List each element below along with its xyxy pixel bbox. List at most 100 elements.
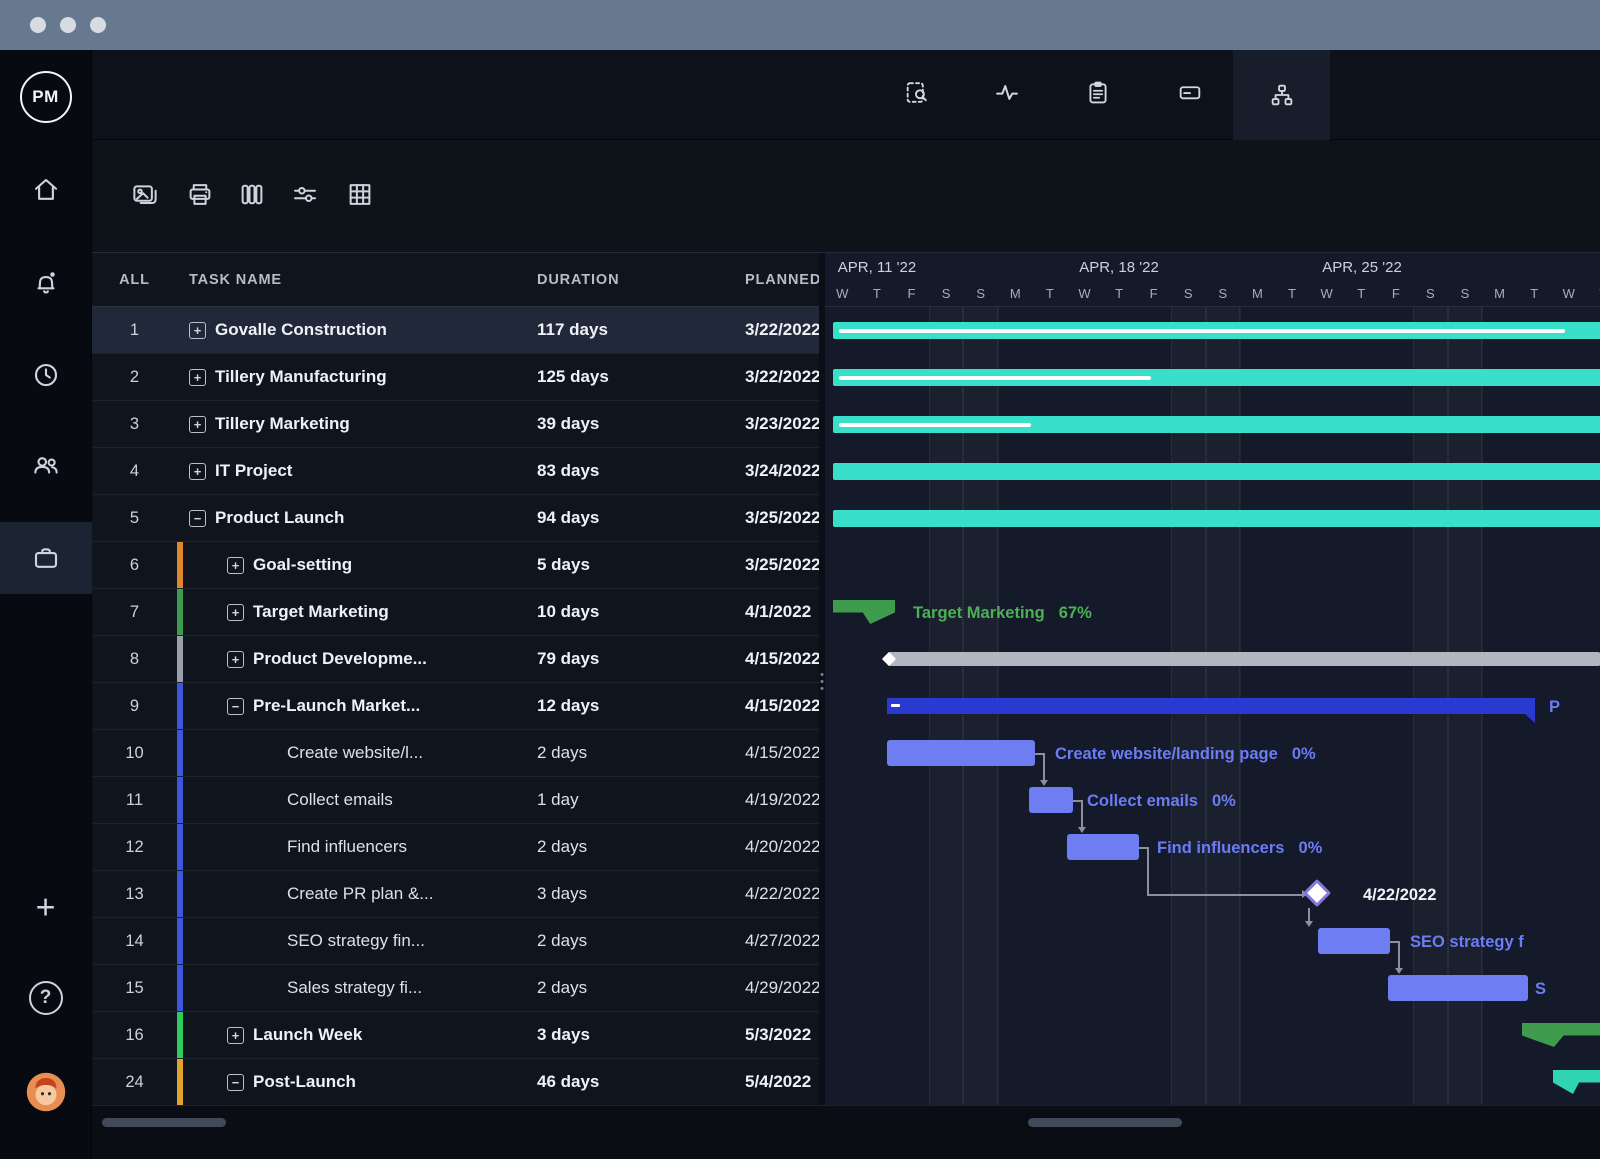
column-header-planned-start[interactable]: PLANNED START — [735, 272, 819, 288]
dependency-arrow-icon — [1305, 920, 1313, 927]
report-icon[interactable] — [1084, 78, 1112, 111]
table-grid-icon[interactable] — [345, 180, 375, 215]
expand-toggle-icon[interactable]: + — [189, 462, 206, 480]
window-control-dot[interactable] — [60, 17, 76, 33]
milestone-diamond[interactable] — [1302, 878, 1332, 908]
day-letter: T — [1115, 285, 1124, 301]
task-name: Find influencers — [287, 837, 408, 856]
table-row[interactable]: 11 Collect emails 1 day 4/19/2022 — [92, 777, 819, 824]
expand-toggle-icon[interactable]: + — [189, 321, 206, 339]
expand-toggle-icon[interactable]: + — [189, 368, 206, 386]
task-bar[interactable] — [1029, 787, 1073, 813]
table-row[interactable]: 10 Create website/l... 2 days 4/15/2022 — [92, 730, 819, 777]
columns-icon[interactable] — [237, 180, 267, 215]
activity-icon[interactable] — [993, 78, 1021, 111]
day-letter: W — [1078, 285, 1091, 301]
table-row[interactable]: 5 − Product Launch 94 days 3/25/2022 — [92, 495, 819, 542]
clock-icon[interactable] — [31, 360, 61, 390]
filter-sliders-icon[interactable] — [290, 180, 320, 215]
task-name: Create website/l... — [287, 743, 424, 762]
duration-value: 2 days — [537, 837, 588, 856]
column-header-task-name[interactable]: TASK NAME — [177, 272, 527, 288]
expand-toggle-icon[interactable]: + — [227, 1026, 244, 1044]
print-icon[interactable] — [185, 180, 215, 215]
table-row[interactable]: 24 − Post-Launch 46 days 5/4/2022 — [92, 1059, 819, 1105]
summary-bar[interactable] — [833, 369, 1600, 386]
table-row[interactable]: 8 + Product Developme... 79 days 4/15/2022 — [92, 636, 819, 683]
task-name: Collect emails — [287, 790, 393, 809]
column-header-duration[interactable]: DURATION — [527, 272, 735, 288]
task-cell: − Pre-Launch Market... — [177, 683, 527, 729]
summary-bar-blue[interactable] — [887, 698, 1535, 723]
projects-photo-icon[interactable] — [130, 180, 160, 215]
expand-toggle-icon[interactable]: − — [227, 1073, 244, 1091]
expand-toggle-icon[interactable]: − — [227, 697, 244, 715]
task-bar[interactable] — [1388, 975, 1528, 1001]
team-icon[interactable] — [31, 450, 61, 480]
task-bar[interactable] — [1318, 928, 1390, 954]
planned-start-value: 3/24/2022 — [745, 461, 819, 480]
table-scrollbar-thumb[interactable] — [102, 1118, 226, 1127]
table-row[interactable]: 7 + Target Marketing 10 days 4/1/2022 — [92, 589, 819, 636]
task-name: Tillery Marketing — [215, 414, 350, 433]
task-cell: + Launch Week — [177, 1012, 527, 1058]
drag-handle-icon[interactable] — [881, 651, 897, 667]
user-avatar[interactable] — [25, 1071, 67, 1113]
table-row[interactable]: 1 + Govalle Construction 117 days 3/22/2022 — [92, 307, 819, 354]
row-number: 16 — [125, 1025, 144, 1044]
expand-toggle-icon[interactable]: + — [227, 603, 244, 621]
task-cell: + IT Project — [177, 448, 527, 494]
table-row[interactable]: 3 + Tillery Marketing 39 days 3/23/2022 — [92, 401, 819, 448]
planned-start-value: 5/4/2022 — [745, 1072, 812, 1091]
day-letter: W — [1562, 285, 1575, 301]
dependency-line — [1398, 940, 1400, 969]
duration-value: 5 days — [537, 555, 590, 574]
add-icon[interactable]: + — [36, 889, 56, 928]
bar-label: Collect emails 0% — [1087, 792, 1236, 810]
summary-bar[interactable] — [833, 510, 1600, 527]
table-row[interactable]: 2 + Tillery Manufacturing 125 days 3/22/2022 — [92, 354, 819, 401]
summary-bar-gray[interactable] — [881, 651, 1600, 667]
expand-toggle-icon[interactable]: + — [189, 415, 206, 433]
table-row[interactable]: 15 Sales strategy fi... 2 days 4/29/2022 — [92, 965, 819, 1012]
expand-toggle-icon[interactable]: + — [227, 556, 244, 574]
column-header-all[interactable]: ALL — [92, 272, 177, 288]
pm-logo[interactable]: PM — [19, 71, 72, 123]
briefcase-icon[interactable] — [31, 543, 61, 573]
notifications-bell-icon[interactable] — [31, 267, 61, 297]
expand-toggle-icon[interactable]: − — [189, 509, 206, 527]
card-icon[interactable] — [1176, 78, 1204, 111]
week-label: APR, 11 '22 — [837, 259, 917, 276]
summary-bar[interactable] — [833, 416, 1600, 433]
splitter-handle-icon — [820, 673, 824, 690]
gantt-scrollbar-thumb[interactable] — [1028, 1118, 1182, 1127]
summary-endcap[interactable] — [1522, 1023, 1600, 1047]
table-row[interactable]: 12 Find influencers 2 days 4/20/2022 — [92, 824, 819, 871]
search-document-icon[interactable] — [903, 78, 931, 111]
summary-endcap[interactable] — [833, 600, 895, 624]
task-bar[interactable] — [887, 740, 1035, 766]
workflow-tab-active[interactable] — [1233, 50, 1330, 140]
day-letter: S — [941, 285, 951, 301]
table-row[interactable]: 14 SEO strategy fin... 2 days 4/27/2022 — [92, 918, 819, 965]
day-letter: T — [872, 285, 881, 301]
task-cell: − Product Launch — [177, 495, 527, 541]
task-bar[interactable] — [1067, 834, 1139, 860]
summary-endcap[interactable] — [1553, 1070, 1600, 1094]
table-row[interactable]: 16 + Launch Week 3 days 5/3/2022 — [92, 1012, 819, 1059]
row-color-strip — [177, 918, 183, 964]
window-control-dot[interactable] — [30, 17, 46, 33]
window-control-dot[interactable] — [90, 17, 106, 33]
summary-bar[interactable] — [833, 322, 1600, 339]
help-icon[interactable]: ? — [28, 981, 63, 1015]
table-row[interactable]: 9 − Pre-Launch Market... 12 days 4/15/2022 — [92, 683, 819, 730]
table-row[interactable]: 4 + IT Project 83 days 3/24/2022 — [92, 448, 819, 495]
table-row[interactable]: 6 + Goal-setting 5 days 3/25/2022 — [92, 542, 819, 589]
expand-toggle-icon[interactable]: + — [227, 650, 244, 668]
table-row[interactable]: 13 Create PR plan &... 3 days 4/22/2022 — [92, 871, 819, 918]
row-number: 1 — [129, 320, 140, 339]
home-icon[interactable] — [31, 175, 61, 205]
row-number: 13 — [125, 884, 144, 903]
summary-bar[interactable] — [833, 463, 1600, 480]
task-name: Sales strategy fi... — [287, 978, 423, 997]
